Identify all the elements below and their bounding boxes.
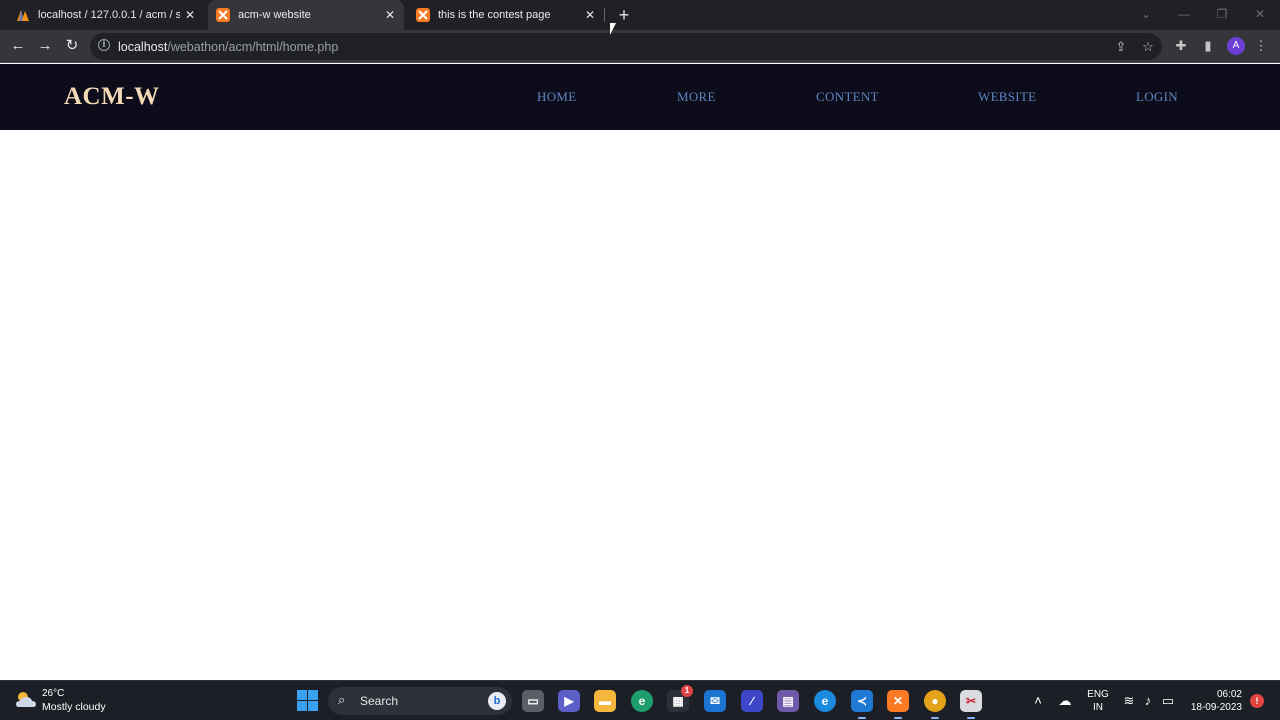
site-header: ACM-W HOME MORE CONTENT WEBSITE LOGIN <box>0 64 1280 130</box>
browser-toolbar: ← → ↻ i localhost/webathon/acm/html/home… <box>0 30 1280 63</box>
page-body <box>0 130 1280 680</box>
clock[interactable]: 06:02 18-09-2023 <box>1186 688 1242 714</box>
wifi-icon[interactable]: ≋ <box>1120 692 1138 710</box>
show-hidden-icons-chevron[interactable]: ˄ <box>1029 692 1047 710</box>
language-indicator[interactable]: ENG IN <box>1086 688 1110 714</box>
lang-line1: ENG <box>1087 689 1109 700</box>
edge-beta-icon[interactable]: e <box>631 690 653 712</box>
forward-button[interactable]: → <box>35 36 55 56</box>
site-logo[interactable]: ACM-W <box>64 83 160 111</box>
taskbar: 26°C Mostly cloudy ⌕ Search b ▭ ▶ ▬ e ▦ 1… <box>0 680 1280 720</box>
search-label: Search <box>360 694 399 708</box>
store-badge: 1 <box>681 685 693 697</box>
mail-icon[interactable]: ✉ <box>704 690 726 712</box>
url-host: localhost <box>118 39 168 54</box>
close-tab-icon[interactable]: ✕ <box>182 7 198 23</box>
lang-line2: IN <box>1093 702 1103 713</box>
nav-content[interactable]: CONTENT <box>816 89 879 105</box>
bing-icon[interactable]: b <box>488 692 506 710</box>
side-panel-icon[interactable]: ▮ <box>1199 37 1217 55</box>
chrome-icon[interactable]: ● <box>924 690 946 719</box>
file-explorer-icon[interactable]: ▬ <box>594 690 616 712</box>
volume-icon[interactable]: ♪ <box>1139 692 1157 710</box>
extensions-icon[interactable]: ✚ <box>1172 37 1190 55</box>
close-window-button[interactable]: ✕ <box>1246 5 1274 23</box>
taskbar-search[interactable]: ⌕ Search b <box>328 687 512 715</box>
xampp-taskbar-icon[interactable]: ✕ <box>887 690 909 719</box>
minimize-button[interactable]: — <box>1170 5 1198 23</box>
bookmark-star-icon[interactable]: ☆ <box>1140 39 1156 55</box>
clock-time: 06:02 <box>1216 689 1242 700</box>
browser-tabstrip: localhost / 127.0.0.1 / acm / sco ✕ acm-… <box>0 0 1280 30</box>
nav-website[interactable]: WEBSITE <box>978 89 1036 105</box>
tab-contest-page[interactable]: this is the contest page ✕ <box>408 0 604 30</box>
nav-login[interactable]: LOGIN <box>1136 89 1178 105</box>
weather-description: Mostly cloudy <box>42 701 106 713</box>
tab-acm-w-website[interactable]: acm-w website ✕ <box>208 0 404 30</box>
share-icon[interactable]: ⇪ <box>1113 39 1129 55</box>
close-tab-icon[interactable]: ✕ <box>382 7 398 23</box>
profile-avatar[interactable]: A <box>1227 37 1245 55</box>
tab-title: acm-w website <box>238 9 311 21</box>
menu-kebab-icon[interactable]: ⋮ <box>1252 37 1270 55</box>
search-icon: ⌕ <box>338 692 346 707</box>
weather-temperature: 26°C <box>42 688 65 699</box>
battery-icon[interactable]: ▭ <box>1159 692 1177 710</box>
teams-chat-icon[interactable]: ▶ <box>558 690 580 712</box>
xampp-icon <box>216 8 230 22</box>
address-bar[interactable]: i localhost/webathon/acm/html/home.php ⇪… <box>90 33 1162 60</box>
tab-search-icon[interactable]: ⌄ <box>1132 5 1160 23</box>
clock-date: 18-09-2023 <box>1190 702 1242 713</box>
url-path: /webathon/acm/html/home.php <box>167 39 339 54</box>
microsoft-store-icon[interactable]: ▦ 1 <box>667 685 693 712</box>
back-button[interactable]: ← <box>8 36 28 56</box>
phpmyadmin-icon <box>16 8 30 22</box>
xampp-icon <box>416 8 430 22</box>
tab-title: localhost / 127.0.0.1 / acm / sco <box>38 9 180 21</box>
start-button[interactable] <box>297 690 318 711</box>
close-tab-icon[interactable]: ✕ <box>582 7 598 23</box>
vscode-icon[interactable]: ≺ <box>851 690 873 719</box>
task-view-icon[interactable]: ▭ <box>522 690 544 712</box>
edge-icon[interactable]: e <box>814 690 836 712</box>
tab-separator <box>604 8 605 22</box>
weather-cloudy-icon[interactable] <box>14 689 38 711</box>
notification-icon[interactable]: ! <box>1250 694 1264 708</box>
visual-studio-icon[interactable]: ∕ <box>741 690 763 712</box>
reload-button[interactable]: ↻ <box>62 36 82 56</box>
onedrive-cloud-icon[interactable]: ☁ <box>1056 692 1074 710</box>
snipping-tool-icon[interactable]: ✂ <box>960 690 982 719</box>
nav-more[interactable]: MORE <box>677 89 716 105</box>
mouse-cursor <box>610 23 616 35</box>
nav-home[interactable]: HOME <box>537 89 576 105</box>
new-tab-button[interactable]: + <box>614 5 634 25</box>
calculator-icon[interactable]: ▤ <box>777 690 799 712</box>
maximize-button[interactable]: ❐ <box>1208 5 1236 23</box>
tab-title: this is the contest page <box>438 9 551 21</box>
tab-phpmyadmin[interactable]: localhost / 127.0.0.1 / acm / sco ✕ <box>8 0 204 30</box>
site-info-icon[interactable]: i <box>98 39 110 51</box>
